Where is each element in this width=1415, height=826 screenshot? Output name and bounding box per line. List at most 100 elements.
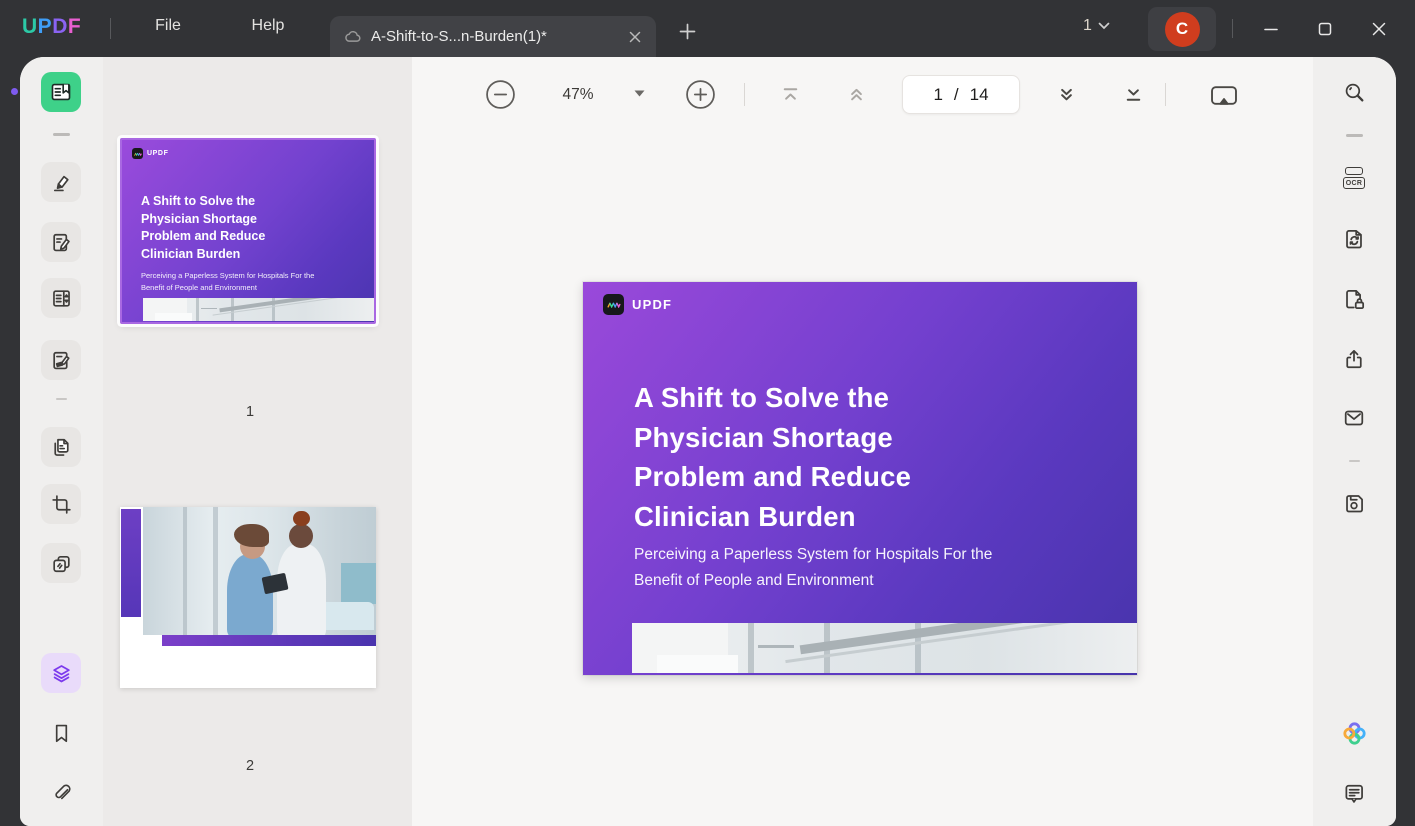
crop-icon [51, 494, 71, 514]
thumb-photo-strip [143, 298, 374, 321]
menu-file[interactable]: File [138, 17, 198, 35]
updf-app: { "colors": { "titlebar_bg": "#323336", … [0, 0, 1415, 826]
tab-close-icon[interactable] [626, 28, 644, 46]
thumb2-photo [143, 507, 376, 635]
attachments-button[interactable] [41, 773, 81, 813]
feedback-bubble-icon [1345, 784, 1363, 803]
ocr-icon: OCR [1342, 166, 1366, 190]
fill-sign-icon [52, 351, 70, 369]
maximize-button[interactable] [1310, 14, 1340, 44]
save-floppy-icon [1346, 495, 1363, 513]
right-toolbar: OCR [1313, 57, 1396, 826]
zoom-out-button[interactable] [485, 79, 516, 110]
new-tab-button[interactable] [676, 20, 698, 42]
watermark-button[interactable] [41, 543, 81, 583]
ai-clover-icon [1342, 721, 1366, 745]
highlighter-icon [53, 175, 69, 191]
minimize-button[interactable] [1256, 14, 1286, 44]
ai-assistant-button[interactable] [1334, 713, 1374, 753]
thumbnail-panel: UPDF A Shift to Solve the Physician Shor… [103, 57, 412, 826]
document-tab[interactable]: A-Shift-to-S...n-Burden(1)* [330, 16, 656, 57]
brand-letter: U [22, 15, 38, 38]
ocr-label: OCR [1345, 179, 1363, 187]
comment-tool-button[interactable] [41, 162, 81, 202]
updf-logo-text: UPDF [632, 297, 673, 312]
account-button[interactable]: C [1148, 7, 1216, 51]
convert-document-icon [1346, 230, 1362, 249]
page-2-label: 2 [245, 758, 255, 774]
current-page: 1 [933, 84, 943, 104]
fill-sign-button[interactable] [41, 340, 81, 380]
zoom-dropdown-caret[interactable] [634, 90, 645, 97]
page-separator: / [953, 84, 959, 104]
edit-pdf-button[interactable] [41, 222, 81, 262]
total-pages: 14 [969, 84, 989, 104]
window-count-dropdown[interactable]: 1 [1083, 17, 1110, 35]
updf-logo-text: UPDF [147, 150, 169, 157]
thumb2-accent-strip [162, 635, 376, 646]
page-tools-button[interactable] [41, 427, 81, 467]
last-page-button[interactable] [1122, 83, 1145, 106]
crop-tool-button[interactable] [41, 484, 81, 524]
zoom-level[interactable]: 47% [553, 86, 603, 104]
page-thumbnail-2[interactable] [120, 507, 376, 688]
save-button[interactable] [1334, 483, 1374, 523]
search-icon [1345, 83, 1364, 102]
watermark-icon [52, 555, 70, 572]
panel-indicator-dot [11, 88, 18, 95]
updf-slide-logo: UPDF [603, 294, 672, 315]
document-viewer: 47% 1 / 14 UPDF A Shift to Solve the Phy… [412, 57, 1313, 826]
updf-slide-logo: UPDF [132, 148, 168, 159]
organize-pages-button[interactable] [41, 278, 81, 318]
tab-title: A-Shift-to-S...n-Burden(1)* [371, 28, 547, 45]
next-page-button[interactable] [1055, 83, 1078, 106]
ocr-button[interactable]: OCR [1334, 158, 1374, 198]
convert-button[interactable] [1334, 219, 1374, 259]
updf-logo-mark [603, 294, 624, 315]
toolbar-divider [1165, 83, 1166, 106]
view-toolbar: 47% 1 / 14 [412, 57, 1313, 127]
app-window: UPDF A Shift to Solve the Physician Shor… [20, 57, 1396, 826]
pdf-page[interactable]: UPDF A Shift to Solve the Physician Shor… [583, 282, 1137, 675]
sidebar-divider [53, 133, 70, 136]
thumb-subtitle: Perceiving a Paperless System for Hospit… [141, 271, 315, 292]
email-button[interactable] [1334, 398, 1374, 438]
page-number-box[interactable]: 1 / 14 [902, 75, 1020, 114]
sidebar-divider [1346, 134, 1363, 137]
share-icon [1346, 350, 1362, 369]
zoom-in-button[interactable] [685, 79, 716, 110]
updf-logo-mark [132, 148, 143, 159]
brand-letter: P [37, 15, 53, 38]
search-button[interactable] [1334, 72, 1374, 112]
chevron-down-icon [1098, 22, 1110, 30]
paperclip-icon [54, 784, 71, 799]
bookmark-icon [55, 724, 67, 742]
thumb2-accent-bar [121, 509, 141, 617]
titlebar-divider [1232, 19, 1233, 38]
thumb-title: A Shift to Solve the Physician Shortage … [141, 194, 266, 261]
page-1-label: 1 [245, 404, 255, 420]
menu-help[interactable]: Help [238, 17, 298, 35]
titlebar: UPDF File Help A-Shift-to-S...n-Burden(1… [0, 0, 1415, 57]
avatar: C [1164, 11, 1200, 47]
feedback-button[interactable] [1334, 773, 1374, 813]
first-page-button[interactable] [779, 83, 802, 106]
page-thumbnail-1[interactable]: UPDF A Shift to Solve the Physician Shor… [120, 138, 376, 324]
bookmarks-button[interactable] [41, 713, 81, 753]
sidebar-divider [56, 398, 67, 400]
protect-lock-icon [1346, 290, 1365, 310]
document-photo-strip [632, 623, 1137, 673]
presentation-mode-button[interactable] [1209, 83, 1239, 108]
reader-book-icon [51, 83, 71, 101]
previous-page-button[interactable] [845, 83, 868, 106]
reader-mode-button[interactable] [41, 72, 81, 112]
document-subtitle: Perceiving a Paperless System for Hospit… [634, 546, 993, 589]
close-button[interactable] [1364, 14, 1394, 44]
page-thumbnails-button[interactable] [41, 653, 81, 693]
protect-button[interactable] [1334, 279, 1374, 319]
updf-logo: UPDF [22, 15, 81, 39]
share-button[interactable] [1334, 339, 1374, 379]
left-toolbar [20, 57, 103, 826]
pages-icon [53, 438, 69, 456]
edit-document-icon [52, 233, 70, 251]
